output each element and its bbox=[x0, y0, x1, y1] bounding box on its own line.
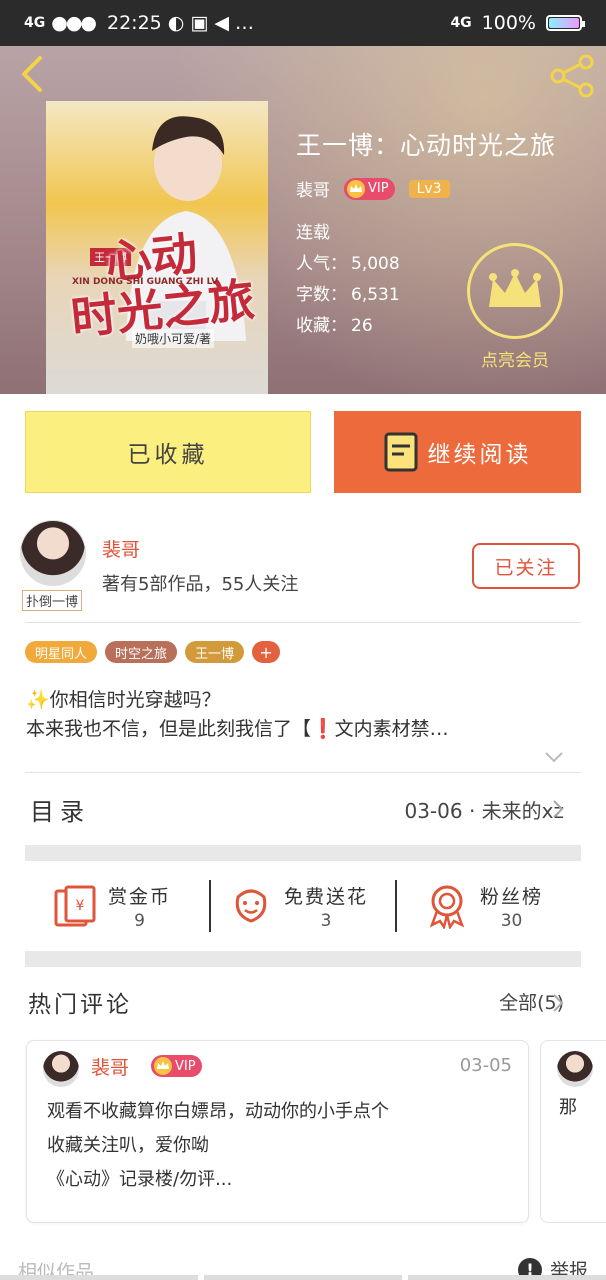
status-bar: 4G ●●● 22:25 ◐ ▣ ◀︎ … 4G 100% bbox=[0, 0, 606, 46]
stat-fans[interactable]: 粉丝榜 30 bbox=[424, 876, 543, 936]
book-words: 字数： 6,531 bbox=[296, 285, 400, 305]
cover-pinyin: XIN DONG SHI GUANG ZHI LV bbox=[72, 277, 219, 287]
stat-label: 免费送花 bbox=[284, 885, 369, 908]
network-indicator: 4G bbox=[24, 15, 46, 31]
app-notification-icon: ◐ ▣ bbox=[167, 12, 209, 34]
comment-text: 那 bbox=[559, 1097, 577, 1118]
book-meta: 连载 人气： 5,008 字数： 6,531 收藏： 26 bbox=[296, 218, 400, 342]
collected-button[interactable]: 已收藏 bbox=[25, 411, 311, 493]
crown-icon bbox=[489, 269, 541, 307]
hot-comments-title: 热门评论 bbox=[28, 992, 132, 1018]
book-title: 王一博：心动时光之旅 bbox=[296, 131, 557, 160]
book-popularity: 人气： 5,008 bbox=[296, 254, 400, 274]
battery-icon bbox=[546, 15, 585, 31]
book-author-name[interactable]: 裴哥 bbox=[296, 176, 330, 201]
vip-badge: VIP bbox=[344, 177, 395, 200]
continue-reading-button[interactable]: 继续阅读 bbox=[334, 411, 581, 493]
vip-badge: VIP bbox=[151, 1055, 202, 1077]
catalog-latest-chapter[interactable]: 03-06 · 未来的xz bbox=[404, 795, 564, 824]
clock: 22:25 bbox=[106, 12, 162, 34]
vip-promo-label[interactable]: 点亮会员 bbox=[460, 346, 570, 371]
author-stats: 著有5部作品，55人关注 bbox=[102, 574, 299, 595]
comment-author[interactable]: 裴哥 bbox=[91, 1053, 129, 1080]
author-avatar[interactable] bbox=[20, 520, 86, 586]
book-status: 连载 bbox=[296, 223, 330, 243]
similar-works-strip bbox=[0, 1275, 606, 1280]
author-name[interactable]: 裴哥 bbox=[102, 535, 140, 562]
follow-button[interactable]: 已关注 bbox=[472, 543, 580, 589]
divider bbox=[25, 772, 581, 773]
flower-icon bbox=[235, 889, 267, 923]
cover-author: 奶哦小可爱/著 bbox=[132, 329, 215, 348]
stat-label: 赏金币 bbox=[108, 885, 172, 908]
tag-item[interactable]: 王一博 bbox=[185, 641, 245, 663]
share-icon[interactable] bbox=[548, 54, 596, 98]
avatar[interactable] bbox=[43, 1051, 79, 1087]
crown-icon bbox=[154, 1057, 172, 1075]
book-author-line: 裴哥 VIP Lv3 bbox=[296, 176, 450, 201]
chevron-down-icon[interactable] bbox=[544, 750, 564, 764]
stat-value: 30 bbox=[500, 910, 523, 931]
chevron-right-icon[interactable] bbox=[552, 993, 564, 1013]
comment-card[interactable]: 那 bbox=[540, 1040, 606, 1223]
stat-value: 3 bbox=[320, 910, 332, 931]
vip-crown-button[interactable] bbox=[467, 243, 563, 339]
book-intro[interactable]: ✨你相信时光穿越吗？ 本来我也不信，但是此刻我信了【❗文内素材禁… bbox=[26, 686, 566, 744]
comment-date: 03-05 bbox=[459, 1055, 512, 1076]
catalog-title[interactable]: 目录 bbox=[30, 792, 90, 827]
stat-label: 粉丝榜 bbox=[480, 885, 544, 908]
level-badge: Lv3 bbox=[408, 179, 450, 198]
stat-value: 9 bbox=[134, 910, 145, 931]
divider bbox=[395, 880, 397, 932]
tag-item[interactable]: 明星同人 bbox=[25, 641, 98, 663]
mute-icon: ◀︎ … bbox=[214, 12, 254, 34]
chevron-right-icon[interactable] bbox=[552, 799, 564, 819]
signal-dots-icon: ●●● bbox=[51, 12, 97, 34]
battery-percent: 100% bbox=[481, 12, 536, 34]
comment-card[interactable]: 裴哥 VIP 03-05 观看不收藏算你白嫖昂，动动你的小手点个 收藏关注叭，爱… bbox=[26, 1040, 529, 1223]
comment-text: 观看不收藏算你白嫖昂，动动你的小手点个 收藏关注叭，爱你呦 《心动》记录楼/勿评… bbox=[47, 1101, 389, 1190]
divider bbox=[25, 622, 581, 623]
book-icon bbox=[384, 432, 417, 472]
divider bbox=[209, 880, 211, 932]
medal-icon bbox=[429, 885, 465, 929]
intro-line: ✨你相信时光穿越吗？ bbox=[26, 689, 221, 711]
section-separator bbox=[25, 951, 581, 967]
network-indicator-right: 4G bbox=[450, 15, 472, 31]
book-header: 王一博 心动 时光之旅 XIN DONG SHI GUANG ZHI LV 奶哦… bbox=[0, 46, 606, 394]
avatar-tag: 扑倒一博 bbox=[22, 590, 83, 611]
back-icon[interactable] bbox=[14, 54, 54, 94]
intro-line: 本来我也不信，但是此刻我信了【❗文内素材禁… bbox=[26, 718, 449, 740]
red-envelope-icon: ¥ bbox=[54, 885, 96, 927]
stat-coins[interactable]: ¥ 赏金币 9 bbox=[52, 876, 171, 936]
tag-list: 明星同人 时空之旅 王一博 + bbox=[25, 641, 281, 663]
tag-item[interactable]: 时空之旅 bbox=[105, 641, 178, 663]
add-tag-button[interactable]: + bbox=[252, 641, 281, 663]
book-collections: 收藏： 26 bbox=[296, 316, 373, 336]
avatar[interactable] bbox=[557, 1051, 593, 1087]
book-cover[interactable]: 王一博 心动 时光之旅 XIN DONG SHI GUANG ZHI LV 奶哦… bbox=[46, 101, 268, 394]
section-separator bbox=[25, 845, 581, 861]
crown-icon bbox=[347, 179, 365, 198]
svg-text:¥: ¥ bbox=[76, 898, 85, 914]
stat-flowers[interactable]: 免费送花 3 bbox=[228, 876, 368, 936]
